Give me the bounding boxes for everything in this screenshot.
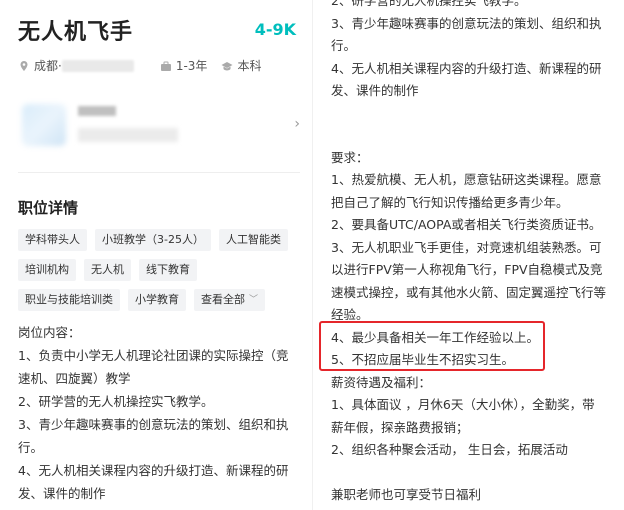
company-logo [22, 104, 66, 146]
benefit-line: 2、组织各种聚会活动， 生日会，拓展活动 [331, 442, 568, 457]
location-item: 成都· [18, 57, 146, 74]
req-line: 2、要具备UTC/AOPA或者相关飞行类资质证书。 [331, 217, 602, 232]
district-blurred [61, 59, 134, 72]
req-line: 把自己了解的飞行知识传播给更多青少年。 [331, 194, 569, 210]
tag-list: 学科带头人 小班教学（3-25人） 人工智能类 培训机构 无人机 线下教育 职业… [18, 229, 308, 319]
briefcase-icon [160, 61, 171, 71]
chevron-right-icon: › [294, 116, 300, 132]
footer-note: 兼职老师也可享受节日福利 [331, 486, 482, 502]
req-line: 1、热爱航模、无人机，愿意钻研这类课程。愿意 [331, 172, 602, 187]
tag-row: 培训机构 无人机 线下教育 [18, 259, 308, 281]
city-text: 成都· [34, 59, 62, 73]
job-detail-left-panel: 无人机飞手 4-9K 成都· 1-3年 本科 › 职位详情 学科带头人 小班教学… [0, 0, 312, 510]
job-description: 岗位内容： 1、负责中小学无人机理论社团课的实际操控（竞 速机、四旋翼）教学 2… [18, 321, 308, 505]
company-name-blurred [78, 106, 116, 116]
tag: 小学教育 [128, 289, 186, 311]
job-meta: 成都· 1-3年 本科 [18, 57, 275, 74]
graduation-cap-icon [221, 61, 233, 70]
tag-row: 学科带头人 小班教学（3-25人） 人工智能类 [18, 229, 308, 251]
tag: 培训机构 [18, 259, 76, 281]
desc-line: 行。 [18, 440, 44, 455]
location-pin-icon [20, 60, 28, 71]
desc-line: 3、青少年趣味赛事的创意玩法的策划、组织和执 [331, 15, 602, 31]
req-line: 以进行FPV第一人称视角飞行，FPV自稳模式及竞 [331, 262, 603, 277]
desc-line: 发、课件的制作 [331, 83, 419, 98]
desc-line: 2、研学营的无人机操控实飞教学。 [18, 394, 214, 409]
desc-line: 3、青少年趣味赛事的创意玩法的策划、组织和执 [18, 417, 289, 432]
benefit-line: 1、具体面议 ，月休6天（大小休），全勤奖，带 [331, 397, 595, 412]
tag: 小班教学（3-25人） [95, 229, 211, 251]
job-detail-right-panel: 2、研学营的无人机操控实飞教学。 3、青少年趣味赛事的创意玩法的策划、组织和执 … [312, 0, 624, 510]
tag: 无人机 [84, 259, 131, 281]
desc-line: 行。 [331, 38, 357, 53]
experience-text: 1-3年 [175, 59, 208, 73]
desc-line: 4、无人机相关课程内容的升级打造、新课程的研 [18, 463, 289, 478]
salary: 4-9K [254, 20, 296, 39]
desc-line: 速机、四旋翼）教学 [18, 371, 131, 386]
req-line: 速模式操控，或有其他水火箭、固定翼遥控飞行等 [331, 284, 607, 300]
requirements-title: 要求： [331, 149, 369, 165]
section-title: 职位详情 [18, 199, 79, 217]
benefits-title: 薪资待遇及福利： [331, 374, 432, 390]
highlight-box [319, 321, 545, 371]
tag: 职业与技能培训类 [18, 289, 120, 311]
divider [18, 172, 300, 173]
view-all-tags-button[interactable]: 查看全部 ﹀ [194, 289, 266, 311]
desc-line: 4、无人机相关课程内容的升级打造、新课程的研 [331, 60, 602, 76]
desc-line: 岗位内容： [18, 325, 81, 340]
company-info-blurred [78, 128, 178, 142]
chevron-down-icon: ﹀ [249, 295, 259, 305]
education-text: 本科 [237, 59, 262, 73]
view-all-label: 查看全部 [201, 293, 245, 306]
company-card[interactable]: › [18, 102, 300, 150]
job-description-continued: 2、研学营的无人机操控实飞教学。 3、青少年趣味赛事的创意玩法的策划、组织和执 … [331, 0, 621, 506]
req-line: 3、无人机职业飞手更佳，对竞速机组装熟悉。可 [331, 239, 602, 255]
desc-line: 1、负责中小学无人机理论社团课的实际操控（竞 [18, 348, 289, 363]
desc-line: 2、研学营的无人机操控实飞教学。 [331, 0, 527, 8]
education-item: 本科 [221, 57, 261, 74]
benefit-line: 薪年假，探亲路费报销； [331, 419, 469, 435]
job-title: 无人机飞手 [18, 20, 134, 45]
tag-row: 职业与技能培训类 小学教育 查看全部 ﹀ [18, 289, 308, 311]
desc-line: 发、课件的制作 [18, 486, 106, 501]
tag: 人工智能类 [218, 229, 288, 251]
experience-item: 1-3年 [160, 57, 208, 74]
tag: 学科带头人 [18, 229, 87, 251]
tag: 线下教育 [139, 259, 197, 281]
